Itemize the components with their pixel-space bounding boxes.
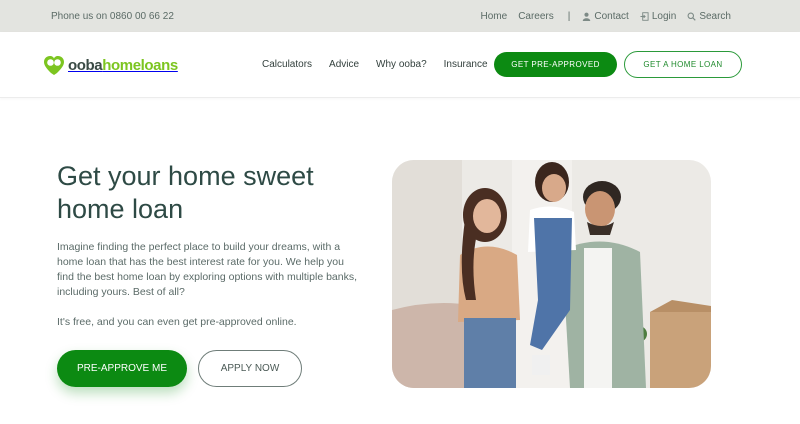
- ooba-heart-logo-icon: [44, 56, 64, 75]
- home-link[interactable]: Home: [481, 11, 508, 22]
- utility-separator: |: [567, 11, 571, 22]
- user-icon: [583, 12, 591, 21]
- menu-item-advice[interactable]: Advice: [329, 59, 359, 70]
- search-link[interactable]: Search: [687, 11, 731, 22]
- login-label: Login: [651, 11, 677, 22]
- contact-label: Contact: [594, 11, 629, 22]
- login-link[interactable]: Login: [640, 11, 676, 22]
- get-a-home-loan-button[interactable]: GET A HOME LOAN: [624, 51, 742, 78]
- contact-link[interactable]: Contact: [582, 11, 629, 22]
- menu-item-insurance[interactable]: Insurance: [444, 59, 488, 70]
- search-label: Search: [699, 11, 731, 22]
- brand-logo[interactable]: oobahomeloans: [43, 55, 178, 75]
- menu-item-why-ooba[interactable]: Why ooba?: [376, 59, 427, 70]
- brand-name-ooba: ooba: [68, 56, 103, 74]
- careers-link[interactable]: Careers: [518, 11, 554, 22]
- pre-approve-me-button[interactable]: PRE-APPROVE ME: [57, 350, 187, 387]
- utility-links: Home Careers | Contact Login Search: [481, 11, 732, 22]
- hero-description: Imagine finding the perfect place to bui…: [57, 241, 358, 298]
- primary-menu: Calculators Advice Why ooba? Insurance: [262, 59, 505, 70]
- login-icon: [640, 12, 649, 21]
- hero-family-photo: [392, 160, 711, 388]
- top-utility-bar: Phone us on 0860 00 66 22 Home Careers |…: [0, 0, 800, 32]
- brand-wordmark: oobahomeloans: [68, 57, 178, 74]
- search-icon: [687, 12, 697, 21]
- menu-item-calculators[interactable]: Calculators: [262, 59, 312, 70]
- phone-number-text: Phone us on 0860 00 66 22: [51, 11, 174, 22]
- apply-now-button[interactable]: APPLY NOW: [198, 350, 302, 387]
- hero-free-note: It's free, and you can even get pre-appr…: [57, 316, 297, 328]
- brand-name-homeloans: homeloans: [102, 56, 178, 74]
- hero-title: Get your home sweet home loan: [57, 161, 314, 224]
- family-image: [392, 160, 711, 388]
- get-pre-approved-button[interactable]: GET PRE-APPROVED: [494, 52, 617, 77]
